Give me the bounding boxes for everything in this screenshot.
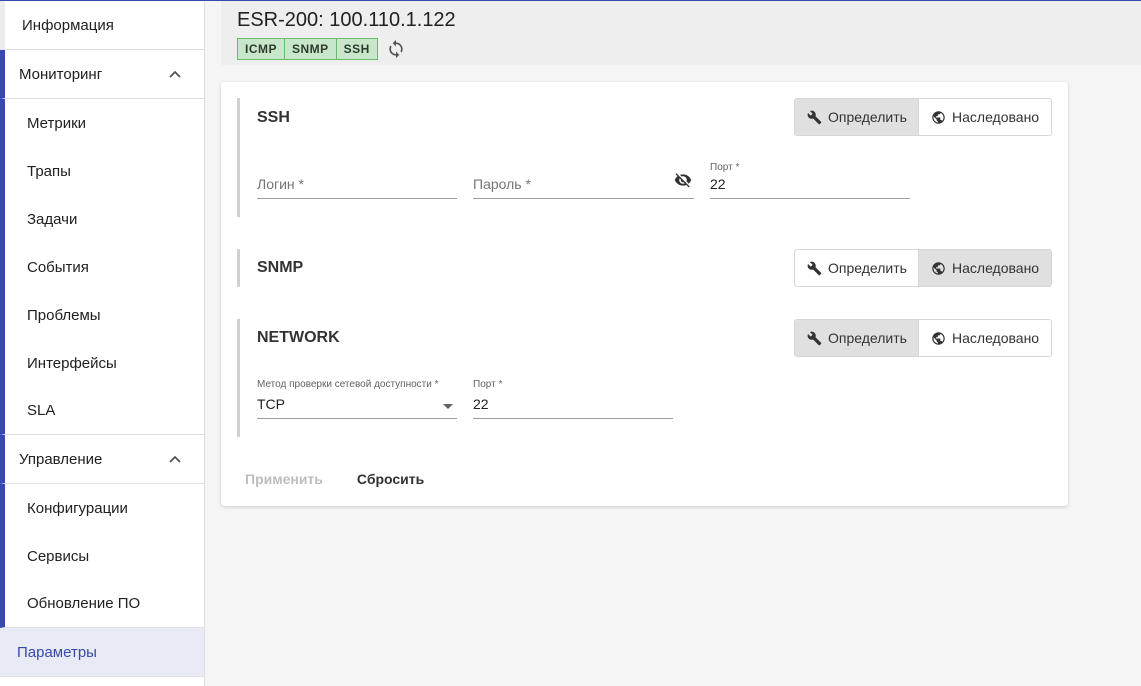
chip-icmp: ICMP (237, 38, 285, 60)
chip-snmp: SNMP (285, 38, 337, 60)
eye-off-icon[interactable] (672, 171, 694, 189)
section-title: SNMP (257, 259, 304, 276)
sidebar-item-label: Параметры (17, 643, 97, 661)
sidebar-item-parameters[interactable]: Параметры (0, 628, 204, 677)
reset-button[interactable]: Сбросить (357, 471, 424, 487)
network-port-value: 22 (473, 396, 489, 412)
network-mode-toggle: Определить Наследовано (794, 319, 1052, 357)
ssh-port-value: 22 (710, 176, 726, 192)
inherit-button[interactable]: Наследовано (918, 99, 1051, 135)
method-value: TCP (257, 396, 285, 412)
device-header: ESR-200: 100.110.1.122 ICMP SNMP SSH (221, 1, 1141, 65)
dropdown-arrow-icon (443, 404, 453, 409)
ssh-port-field[interactable]: Порт * 22 (710, 162, 910, 199)
sidebar-item-services[interactable]: Сервисы (0, 532, 204, 580)
method-select[interactable]: Метод проверки сетевой доступности * TCP (257, 379, 457, 419)
globe-icon (932, 261, 945, 275)
network-port-label: Порт * (473, 379, 503, 390)
inherit-label: Наследовано (952, 330, 1040, 346)
define-button[interactable]: Определить (795, 320, 918, 356)
section-snmp: SNMP Определить Наследовано (237, 249, 1052, 287)
sidebar-item-label: Информация (22, 16, 114, 34)
page-title: ESR-200: 100.110.1.122 (237, 9, 456, 31)
wrench-icon (807, 331, 822, 345)
sidebar-item-firmware-update[interactable]: Обновление ПО (0, 580, 204, 628)
method-label: Метод проверки сетевой доступности * (257, 379, 439, 390)
chevron-up-icon (169, 455, 181, 463)
define-button[interactable]: Определить (795, 99, 918, 135)
section-title: NETWORK (257, 329, 340, 346)
sidebar-item-sla[interactable]: SLA (0, 387, 204, 435)
sidebar-item-interfaces[interactable]: Интерфейсы (0, 339, 204, 387)
settings-card: SSH Определить Наследовано Логин * Парол… (221, 82, 1068, 506)
define-label: Определить (828, 109, 907, 125)
ssh-port-label: Порт * (710, 162, 740, 173)
define-label: Определить (828, 330, 907, 346)
sidebar-item-configurations[interactable]: Конфигурации (0, 484, 204, 532)
globe-icon (932, 110, 945, 124)
login-placeholder: Логин * (257, 176, 304, 192)
password-placeholder: Пароль * (473, 176, 531, 192)
password-field[interactable]: Пароль * (473, 162, 694, 199)
sidebar-group-label: Управление (19, 450, 103, 468)
sidebar-item-label: Задачи (27, 210, 78, 228)
inherit-button[interactable]: Наследовано (918, 250, 1051, 286)
chevron-up-icon (169, 70, 181, 78)
form-actions: Применить Сбросить (245, 471, 424, 487)
section-ssh: SSH Определить Наследовано Логин * Парол… (237, 98, 1052, 217)
define-label: Определить (828, 260, 907, 276)
sidebar-item-problems[interactable]: Проблемы (0, 291, 204, 339)
section-network: NETWORK Определить Наследовано Метод про… (237, 319, 1052, 437)
define-button[interactable]: Определить (795, 250, 918, 286)
sidebar-item-label: Проблемы (27, 306, 101, 324)
snmp-mode-toggle: Определить Наследовано (794, 249, 1052, 287)
sidebar-item-label: Метрики (27, 114, 87, 132)
login-field[interactable]: Логин * (257, 162, 457, 199)
sidebar: Информация Мониторинг Метрики Трапы Зада… (0, 1, 205, 686)
network-port-field[interactable]: Порт * 22 (473, 379, 673, 419)
inherit-label: Наследовано (952, 260, 1040, 276)
apply-button[interactable]: Применить (245, 471, 323, 487)
section-title: SSH (257, 109, 290, 126)
sidebar-item-label: Обновление ПО (27, 595, 141, 612)
sidebar-item-label: Сервисы (27, 547, 90, 565)
chip-ssh: SSH (336, 38, 378, 60)
sidebar-item-label: События (27, 258, 89, 276)
sidebar-item-label: Интерфейсы (27, 354, 117, 372)
inherit-button[interactable]: Наследовано (918, 320, 1051, 356)
sidebar-group-label: Мониторинг (19, 65, 103, 83)
refresh-icon[interactable] (386, 38, 406, 60)
sidebar-item-traps[interactable]: Трапы (0, 147, 204, 195)
sidebar-item-tasks[interactable]: Задачи (0, 195, 204, 243)
wrench-icon (807, 110, 822, 124)
sidebar-item-label: Конфигурации (27, 499, 128, 517)
wrench-icon (807, 261, 822, 275)
sidebar-group-monitoring[interactable]: Мониторинг (0, 50, 204, 99)
globe-icon (932, 331, 945, 345)
inherit-label: Наследовано (952, 109, 1040, 125)
ssh-mode-toggle: Определить Наследовано (794, 98, 1052, 136)
sidebar-item-info[interactable]: Информация (0, 1, 204, 50)
sidebar-item-events[interactable]: События (0, 243, 204, 291)
protocol-chips: ICMP SNMP SSH (237, 38, 406, 60)
sidebar-item-label: SLA (27, 402, 56, 419)
sidebar-item-label: Трапы (27, 162, 71, 180)
sidebar-group-management[interactable]: Управление (0, 435, 204, 484)
sidebar-item-metrics[interactable]: Метрики (0, 99, 204, 147)
